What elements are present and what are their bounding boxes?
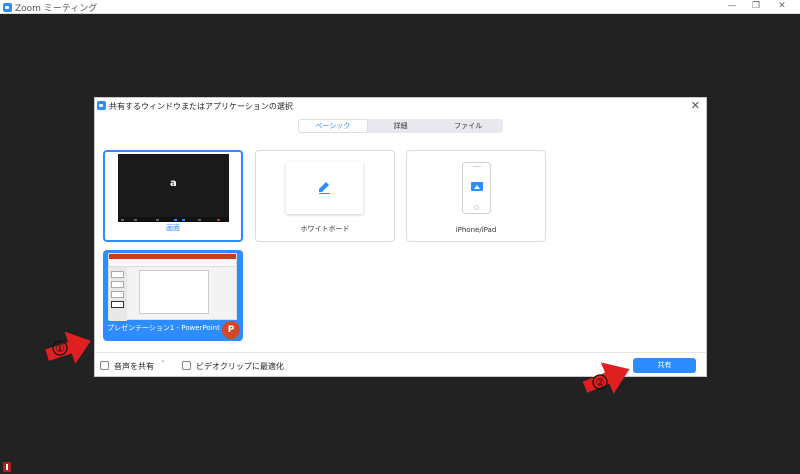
optimize-video-checkbox[interactable]	[182, 361, 191, 370]
whiteboard-preview	[286, 162, 363, 214]
powerpoint-thumbnail	[108, 253, 237, 321]
optimize-video-label[interactable]: ビデオクリップに最適化	[196, 361, 284, 372]
annotation-arrow-1: ①	[45, 331, 91, 364]
window-title-bar: Zoom ミーティング — ❐ ✕	[0, 0, 800, 14]
share-tile-iphone-ipad[interactable]: iPhone/iPad	[406, 150, 546, 242]
annotation-arrow-2: ②	[582, 362, 630, 394]
tile-label-whiteboard: ホワイトボード	[300, 225, 350, 233]
corner-logo-icon	[3, 462, 11, 472]
share-tile-powerpoint[interactable]: プレゼンテーション1 - PowerPoint P	[103, 250, 243, 341]
zoom-app-icon	[97, 101, 106, 110]
dialog-title: 共有するウィンドウまたはアプリケーションの選択	[109, 102, 293, 111]
share-tile-whiteboard[interactable]: ホワイトボード	[255, 150, 395, 242]
thumbnail-letter: a	[170, 178, 177, 189]
restore-button[interactable]: ❐	[744, 0, 768, 14]
share-audio-checkbox[interactable]	[100, 361, 109, 370]
window-title: Zoom ミーティング	[15, 4, 98, 14]
screen-thumbnail: a	[118, 154, 229, 222]
powerpoint-icon: P	[222, 321, 240, 339]
tab-files[interactable]: ファイル	[434, 120, 502, 132]
airplay-icon	[471, 182, 483, 191]
annotation-number-2: ②	[595, 376, 605, 389]
dialog-close-button[interactable]: ✕	[691, 99, 700, 112]
close-window-button[interactable]: ✕	[770, 0, 794, 14]
tab-basic[interactable]: ベーシック	[299, 120, 367, 132]
taskbar-thumbnail	[118, 217, 229, 222]
share-tile-screen[interactable]: a 画面	[103, 150, 243, 242]
phone-icon	[462, 162, 491, 214]
tile-label-screen: 画面	[166, 224, 180, 232]
share-tabs: ベーシック 詳細 ファイル	[298, 119, 503, 133]
share-button[interactable]: 共有	[633, 358, 696, 373]
chevron-down-icon[interactable]: ˅	[161, 360, 165, 368]
minimize-button[interactable]: —	[720, 0, 744, 14]
tile-label-iphone-ipad: iPhone/iPad	[455, 226, 497, 234]
tile-label-powerpoint: プレゼンテーション1 - PowerPoint	[107, 324, 220, 332]
share-audio-label[interactable]: 音声を共有	[114, 361, 154, 372]
share-dialog: 共有するウィンドウまたはアプリケーションの選択 ✕ ベーシック 詳細 ファイル …	[94, 97, 707, 377]
pencil-icon	[319, 182, 330, 194]
tab-advanced[interactable]: 詳細	[367, 120, 435, 132]
zoom-app-icon	[3, 3, 12, 12]
annotation-number-1: ①	[55, 342, 65, 355]
